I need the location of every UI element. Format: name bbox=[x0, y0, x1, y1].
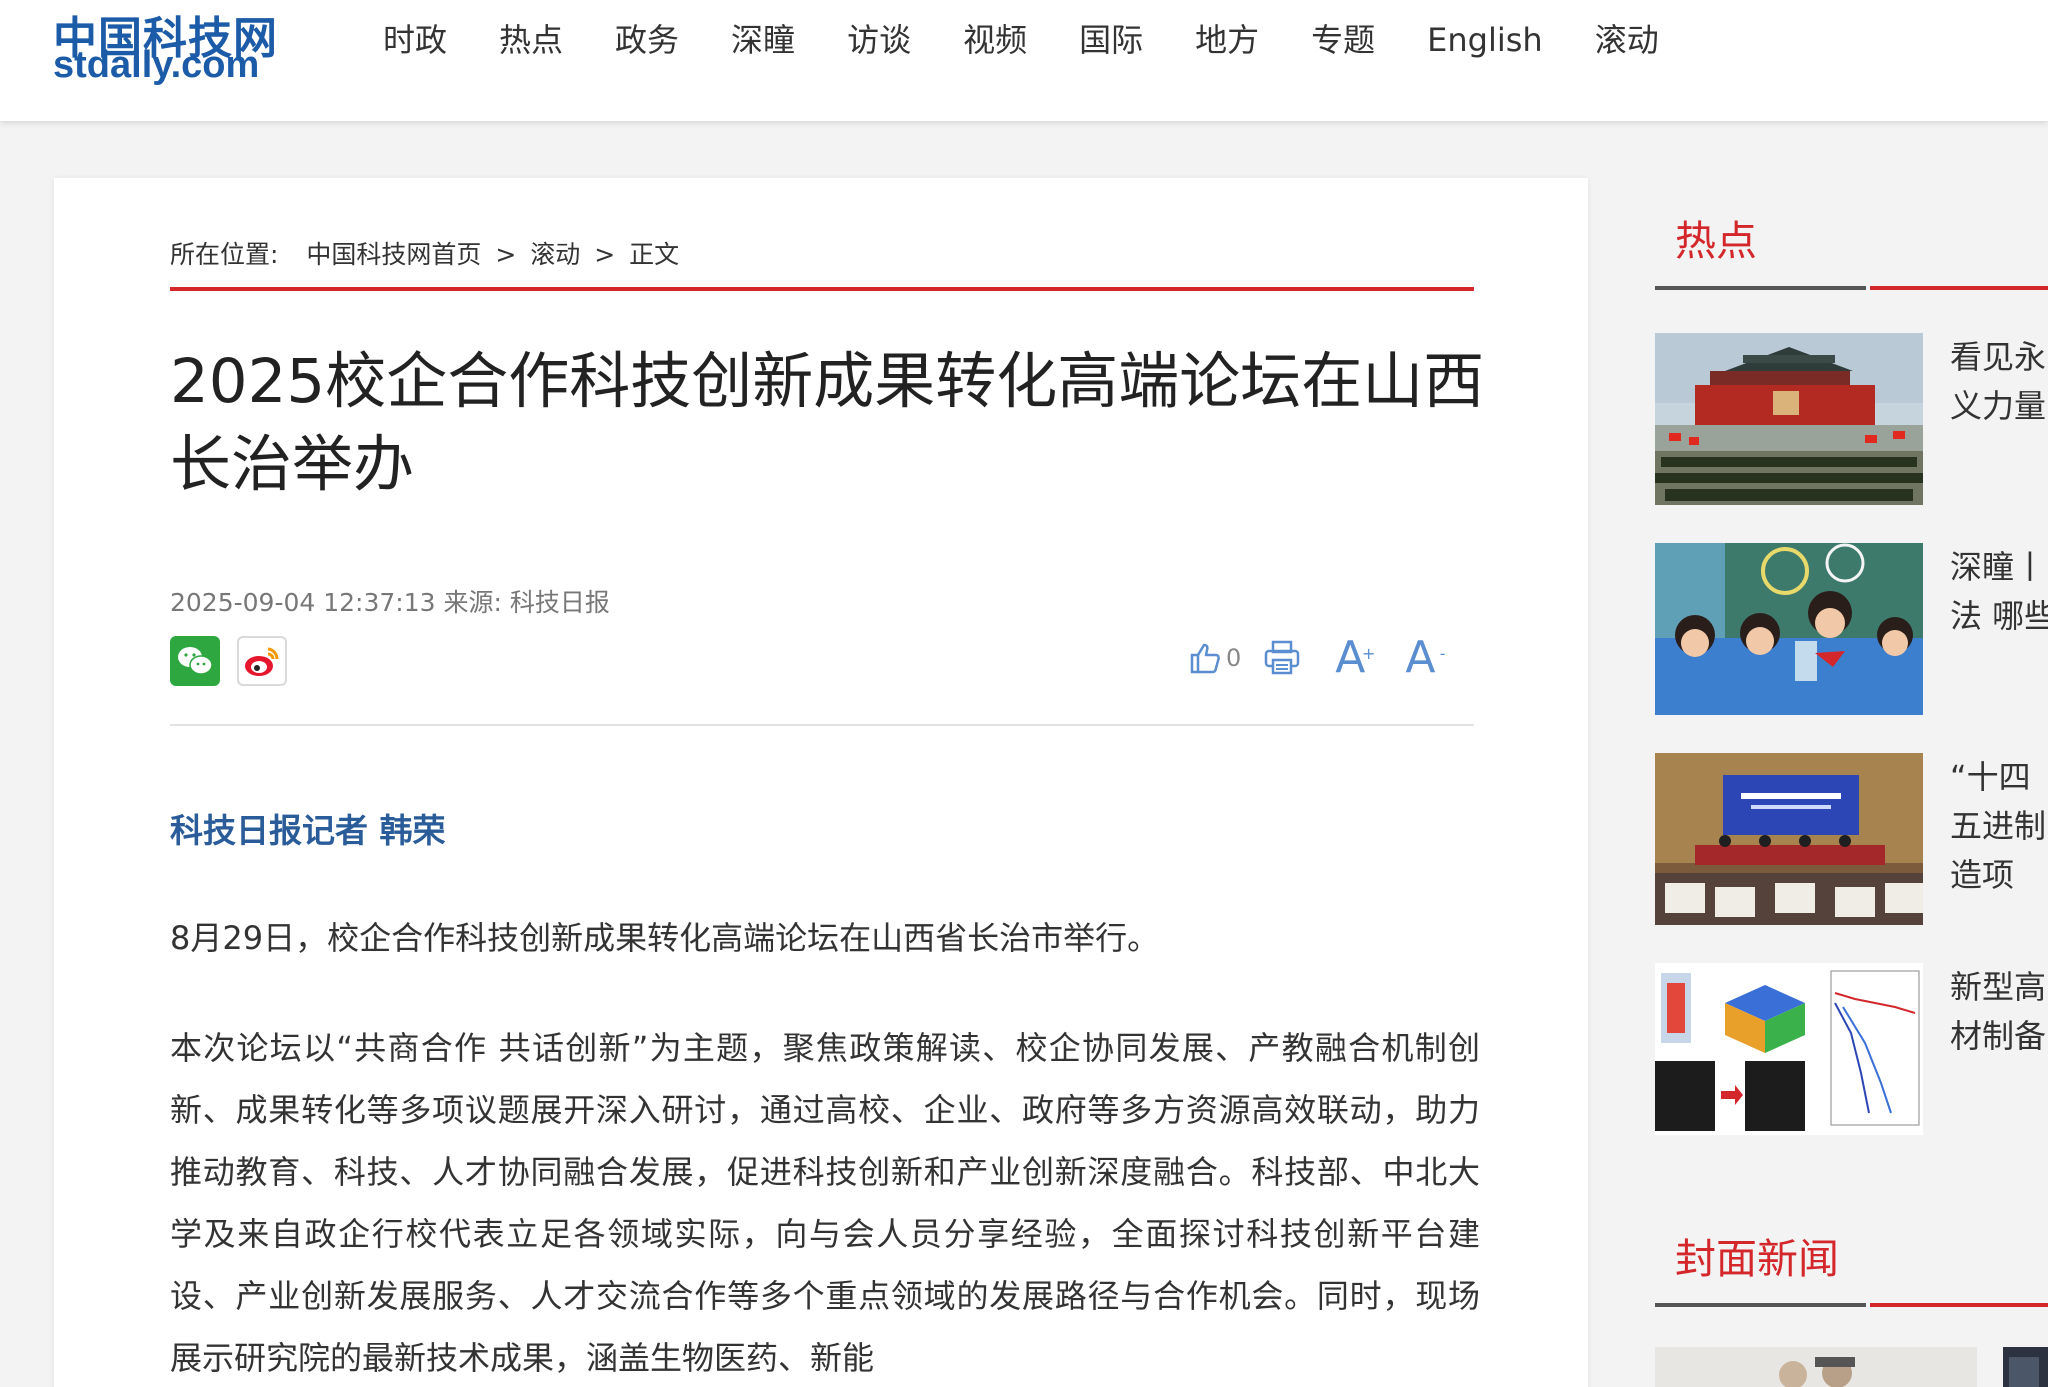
cover-news-section-title: 封面新闻 bbox=[1675, 1235, 1839, 1283]
printer-icon bbox=[1265, 640, 1300, 675]
font-increase-icon: A + bbox=[1335, 632, 1376, 683]
breadcrumb-label: 所在位置: bbox=[170, 240, 279, 269]
nav-item-video[interactable]: 视频 bbox=[963, 14, 1027, 66]
article-meta: 2025-09-04 12:37:13 来源: 科技日报 bbox=[170, 583, 610, 619]
main-nav: 时政 热点 政务 深瞳 访谈 视频 国际 地方 专题 English 滚动 bbox=[383, 14, 1711, 66]
hot-title-rule bbox=[1655, 286, 1866, 290]
nav-item-affairs[interactable]: 政务 bbox=[615, 14, 679, 66]
hot-news-item[interactable]: “十四五进制造项 bbox=[1655, 753, 2048, 925]
hot-news-item[interactable]: 新型高材制备 bbox=[1655, 963, 2048, 1135]
nav-item-rolling[interactable]: 滚动 bbox=[1595, 14, 1659, 66]
article-byline: 科技日报记者 韩荣 bbox=[170, 811, 446, 850]
cover-news-thumbnail[interactable] bbox=[2003, 1347, 2048, 1387]
article-paragraph: 8月29日，校企合作科技创新成果转化高端论坛在山西省长治市举行。 bbox=[170, 919, 1160, 957]
hot-news-title: 深瞳丨法 哪些 bbox=[1950, 548, 2048, 635]
hot-news-item[interactable]: 看见永义力量 bbox=[1655, 333, 2048, 505]
article-title: 2025校企合作科技创新成果转化高端论坛在山西长治举办 bbox=[170, 346, 1485, 500]
like-count: 0 bbox=[1226, 644, 1242, 672]
nav-item-local[interactable]: 地方 bbox=[1195, 14, 1259, 66]
hot-news-thumbnail bbox=[1655, 753, 1923, 925]
nav-item-interview[interactable]: 访谈 bbox=[847, 14, 911, 66]
font-increase-button[interactable]: A + bbox=[1335, 632, 1376, 683]
wechat-icon bbox=[178, 647, 213, 675]
weibo-share-button[interactable] bbox=[237, 636, 287, 686]
cover-news-thumbnail[interactable] bbox=[1655, 1347, 1977, 1387]
source-label: 来源: bbox=[443, 588, 502, 617]
hot-news-thumbnail bbox=[1655, 963, 1923, 1135]
article-date: 2025-09-04 12:37:13 bbox=[170, 588, 436, 617]
wechat-share-button[interactable] bbox=[170, 636, 220, 686]
article-paragraph: 本次论坛以“共商合作 共话创新”为主题，聚焦政策解读、校企协同发展、产教融合机制… bbox=[170, 1029, 1480, 1377]
nav-item-hot[interactable]: 热点 bbox=[499, 14, 563, 66]
nav-item-politics[interactable]: 时政 bbox=[383, 14, 447, 66]
breadcrumb-separator: > bbox=[495, 240, 517, 269]
meta-divider bbox=[170, 724, 1474, 726]
breadcrumb-home-link[interactable]: 中国科技网首页 bbox=[306, 240, 481, 269]
font-decrease-button[interactable]: A- bbox=[1405, 632, 1446, 683]
print-button[interactable] bbox=[1263, 639, 1301, 677]
site-header: 中国科技网 stdaily.com 时政 热点 政务 深瞳 访谈 视频 国际 地… bbox=[0, 0, 2048, 121]
breadcrumb-current: 正文 bbox=[629, 240, 680, 269]
hot-title-rule-accent bbox=[1870, 286, 2048, 290]
breadcrumb-divider bbox=[170, 287, 1474, 291]
nav-item-insight[interactable]: 深瞳 bbox=[731, 14, 795, 66]
article-source: 科技日报 bbox=[509, 588, 610, 617]
cover-title-rule bbox=[1655, 1303, 1866, 1307]
site-logo[interactable]: 中国科技网 stdaily.com bbox=[53, 0, 283, 90]
nav-item-english[interactable]: English bbox=[1427, 14, 1543, 66]
thumbs-up-icon bbox=[1190, 643, 1220, 674]
nav-item-international[interactable]: 国际 bbox=[1079, 14, 1143, 66]
breadcrumb-separator: > bbox=[594, 240, 616, 269]
breadcrumb: 所在位置: 中国科技网首页 > 滚动 > 正文 bbox=[170, 235, 685, 271]
nav-item-topics[interactable]: 专题 bbox=[1311, 14, 1375, 66]
hot-news-thumbnail bbox=[1655, 333, 1923, 505]
article-tools: 0 A + A- bbox=[1188, 632, 1446, 683]
hot-news-title: 新型高材制备 bbox=[1950, 968, 2047, 1055]
cover-title-rule-accent bbox=[1870, 1303, 2048, 1307]
hot-news-item[interactable]: 深瞳丨法 哪些 bbox=[1655, 543, 2048, 715]
breadcrumb-section-link[interactable]: 滚动 bbox=[530, 240, 580, 269]
hot-news-thumbnail bbox=[1655, 543, 1923, 715]
article-card: 所在位置: 中国科技网首页 > 滚动 > 正文 2025校企合作科技创新成果转化… bbox=[54, 178, 1588, 1387]
share-bar bbox=[170, 636, 287, 686]
font-decrease-icon: A- bbox=[1405, 632, 1446, 683]
weibo-icon bbox=[245, 647, 279, 676]
like-button[interactable]: 0 bbox=[1188, 640, 1241, 676]
hot-section-title: 热点 bbox=[1675, 217, 1757, 265]
hot-news-title: 看见永义力量 bbox=[1950, 338, 2047, 425]
hot-news-title: “十四五进制造项 bbox=[1950, 758, 2047, 894]
logo-english: stdaily.com bbox=[53, 44, 260, 86]
